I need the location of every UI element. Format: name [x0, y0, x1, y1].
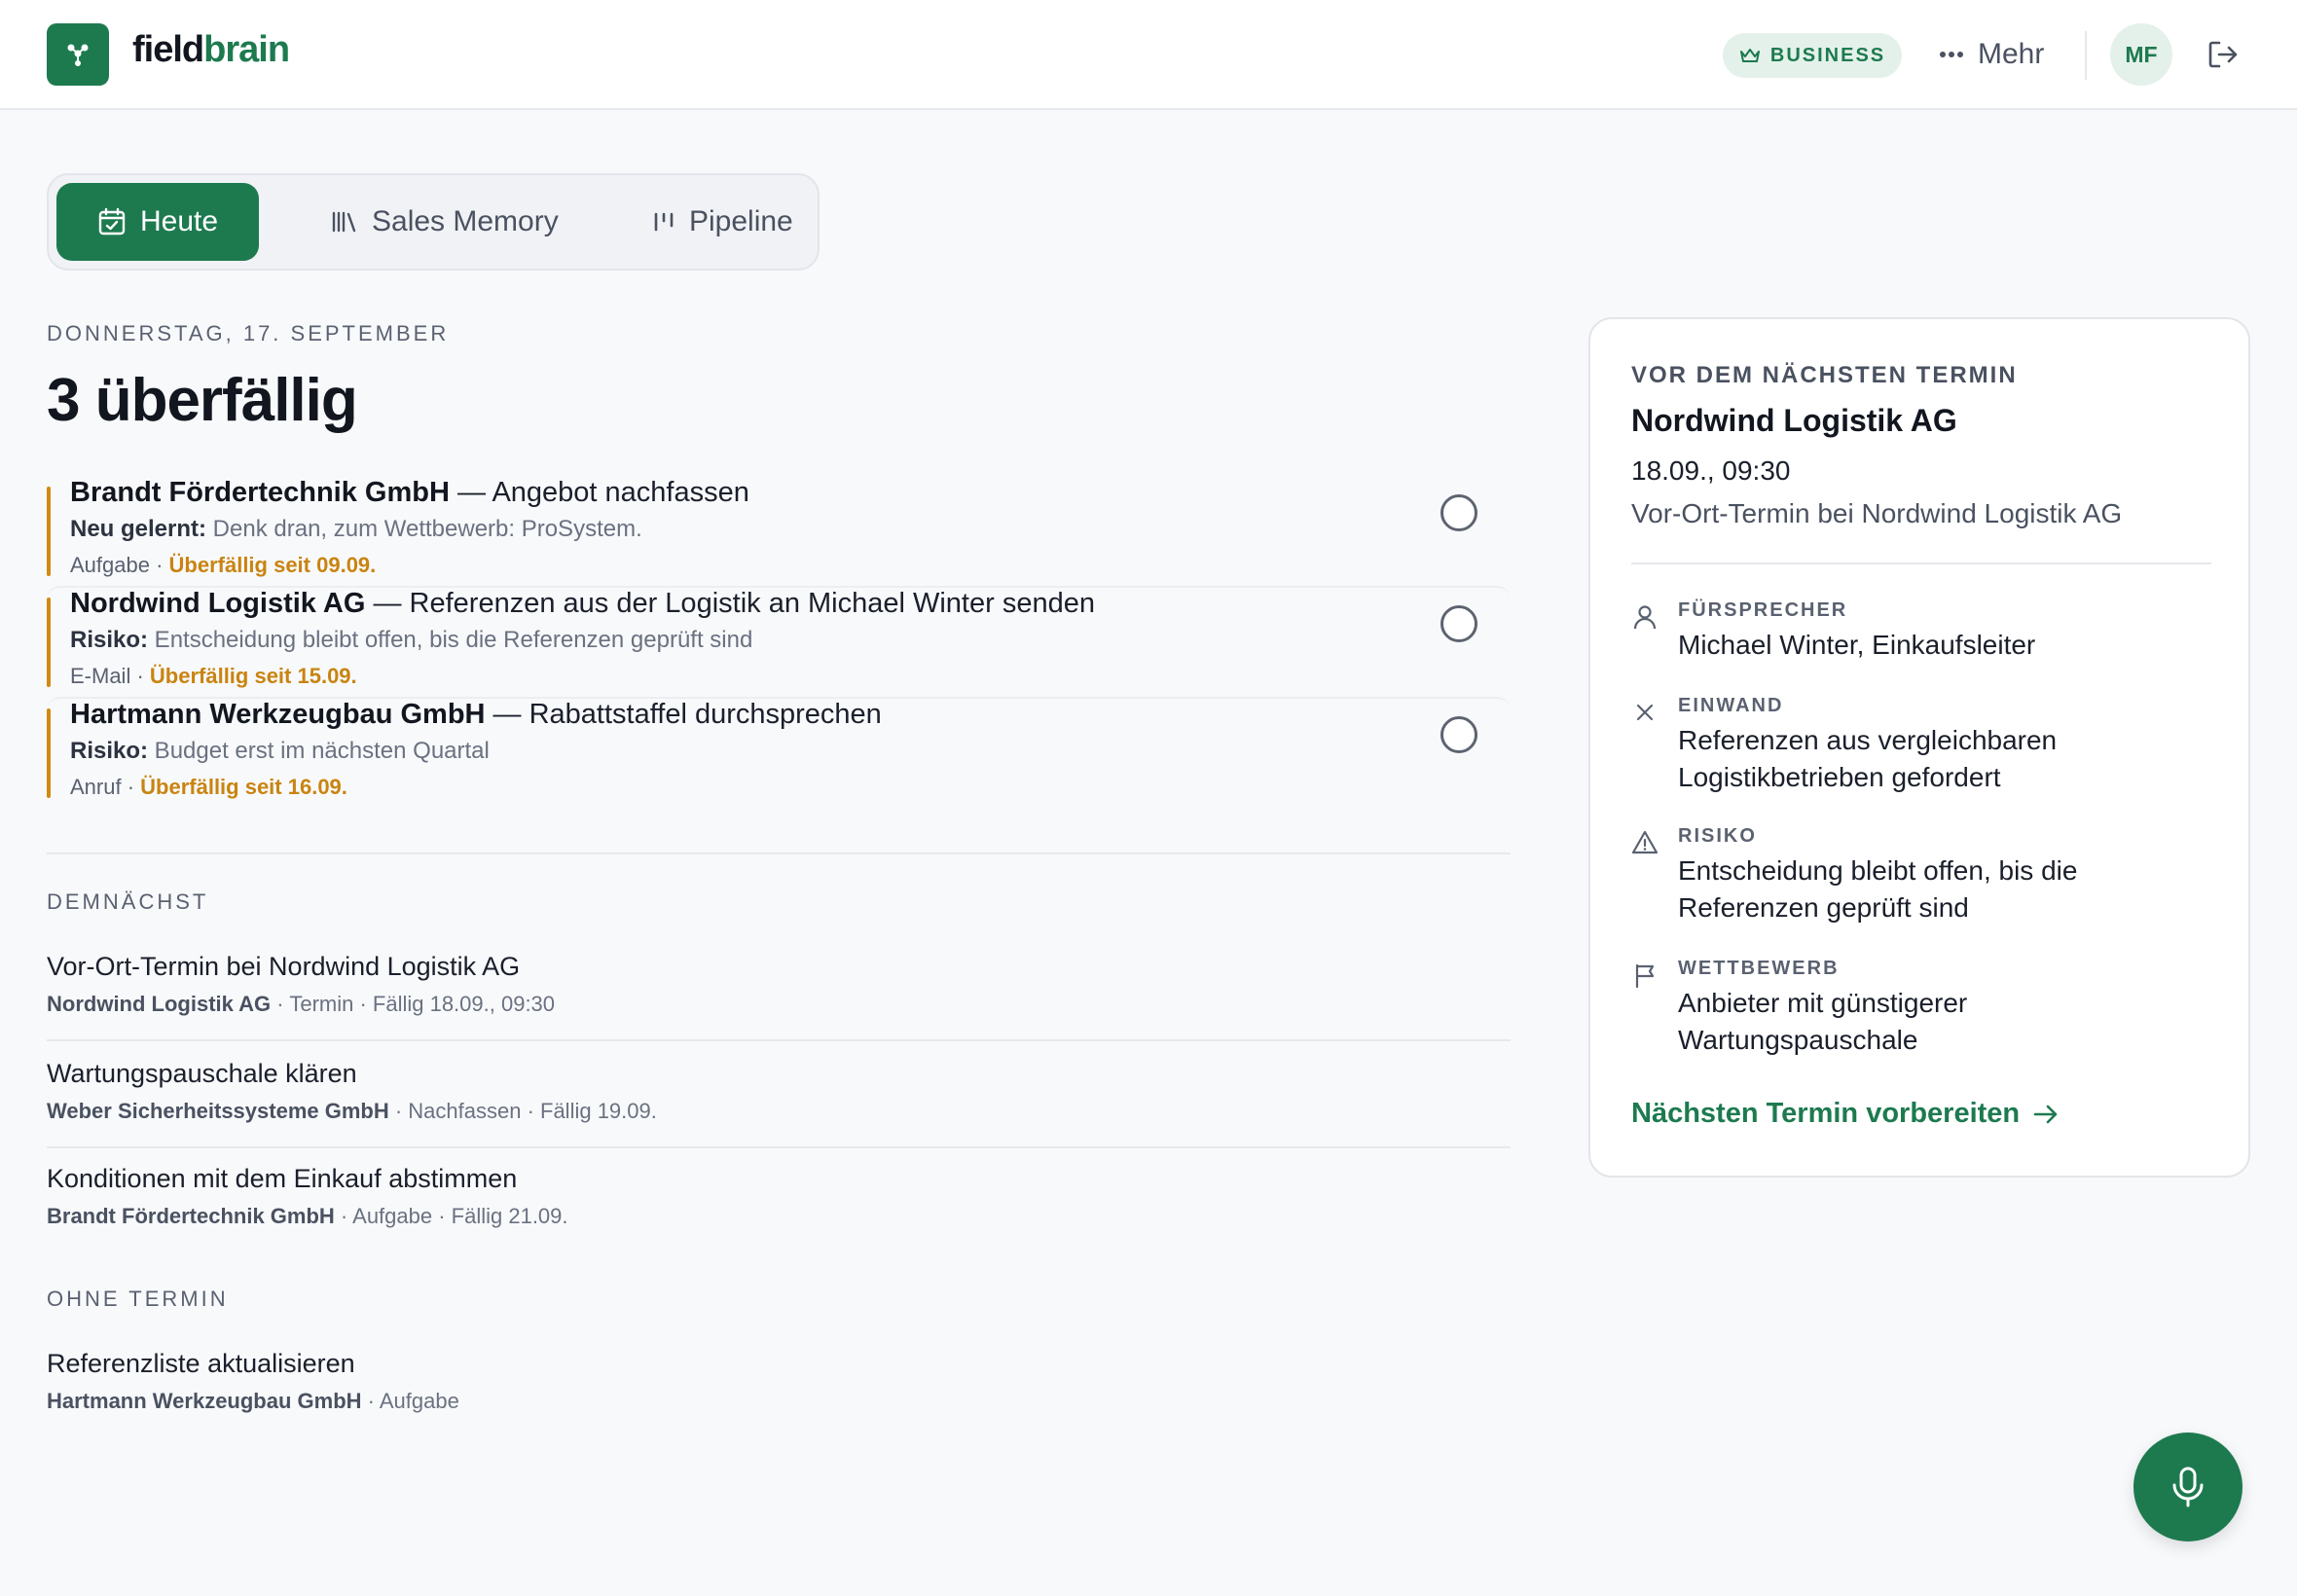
flag-icon: [1635, 963, 1655, 989]
no-date-item-meta: Hartmann Werkzeugbau GmbH · Aufgabe: [47, 1389, 459, 1413]
no-date-section-label: OHNE TERMIN: [47, 1287, 229, 1311]
warning-icon: [1631, 830, 1659, 854]
complete-checkbox[interactable]: [1440, 605, 1477, 642]
upcoming-item-meta: Nordwind Logistik AG · Termin · Fällig 1…: [47, 992, 556, 1016]
next-meeting-card: VOR DEM NÄCHSTEN TERMIN Nordwind Logisti…: [1588, 317, 2250, 1178]
insight-label: FÜRSPRECHER: [1678, 599, 1848, 621]
upcoming-item-title: Vor-Ort-Termin bei Nordwind Logistik AG: [47, 952, 521, 981]
date-label: DONNERSTAG, 17. SEPTEMBER: [47, 321, 450, 345]
list-divider: [47, 1039, 1511, 1041]
insight-label: RISIKO: [1678, 825, 1757, 847]
task-title: Brandt Fördertechnik GmbH — Angebot nach…: [70, 477, 749, 508]
overdue-marker: [47, 598, 51, 687]
upcoming-item[interactable]: Vor-Ort-Termin bei Nordwind Logistik AG …: [47, 952, 1511, 1017]
section-divider: [47, 852, 1511, 854]
complete-checkbox[interactable]: [1440, 494, 1477, 531]
view-tabs: Heute Sales Memory Pipeline: [47, 173, 820, 271]
tab-heute-label: Heute: [139, 205, 219, 237]
task-title: Nordwind Logistik AG — Referenzen aus de…: [70, 588, 1095, 619]
upcoming-item-title: Wartungspauschale klären: [47, 1059, 357, 1088]
brain-network-icon: [67, 44, 89, 66]
task-meta: Aufgabe · Überfällig seit 09.09.: [70, 553, 377, 577]
more-dots-icon: [1940, 52, 1963, 57]
insight-value: Entscheidung bleibt offen, bis die Refer…: [1678, 855, 2078, 923]
insight-value: Referenzen aus vergleichbaren Logistikbe…: [1678, 725, 2058, 792]
more-label: Mehr: [1978, 38, 2045, 70]
avatar[interactable]: MF: [2110, 23, 2172, 86]
prepare-meeting-label: Nächsten Termin vorbereiten: [1631, 1098, 2021, 1129]
upcoming-section-label: DEMNÄCHST: [47, 889, 209, 914]
no-date-item[interactable]: Referenzliste aktualisieren Hartmann Wer…: [47, 1349, 1511, 1414]
page-title: 3 überfällig: [47, 367, 358, 434]
task-note: Neu gelernt: Denk dran, zum Wettbewerb: …: [70, 516, 642, 542]
more-menu-button[interactable]: Mehr: [1939, 35, 2044, 74]
tab-pipeline-label: Pipeline: [689, 205, 793, 237]
card-description: Vor-Ort-Termin bei Nordwind Logistik AG: [1631, 498, 2123, 528]
insight-value: Anbieter mit günstigerer Wartungspauscha…: [1678, 988, 1968, 1055]
divider: [2085, 31, 2087, 80]
card-divider: [1631, 562, 2211, 564]
overdue-task[interactable]: Hartmann Werkzeugbau GmbH — Rabattstaffe…: [47, 697, 1511, 806]
microphone-icon: [2172, 1467, 2204, 1507]
plan-badge: BUSINESS: [1723, 33, 1902, 78]
upcoming-item[interactable]: Wartungspauschale klären Weber Sicherhei…: [47, 1059, 1511, 1124]
calendar-check-icon: [98, 207, 126, 236]
overdue-marker: [47, 708, 51, 798]
insight-value: Michael Winter, Einkaufsleiter: [1678, 630, 2036, 660]
card-company: Nordwind Logistik AG: [1631, 403, 1957, 438]
task-meta: Anruf · Überfällig seit 16.09.: [70, 775, 347, 799]
card-kicker: VOR DEM NÄCHSTEN TERMIN: [1631, 362, 2018, 388]
person-icon: [1633, 605, 1657, 630]
task-title: Hartmann Werkzeugbau GmbH — Rabattstaffe…: [70, 699, 882, 730]
x-icon: [1636, 704, 1654, 721]
arrow-right-icon: [2033, 1105, 2058, 1123]
prepare-meeting-link[interactable]: Nächsten Termin vorbereiten: [1631, 1098, 2059, 1130]
insight-label: EINWAND: [1678, 695, 1784, 716]
overdue-task[interactable]: Nordwind Logistik AG — Referenzen aus de…: [47, 586, 1511, 695]
complete-checkbox[interactable]: [1440, 716, 1477, 753]
upcoming-item[interactable]: Konditionen mit dem Einkauf abstimmen Br…: [47, 1164, 1511, 1229]
pipeline-icon: [654, 212, 674, 232]
overdue-marker: [47, 487, 51, 576]
brand-name: fieldbrain: [132, 29, 290, 70]
tab-heute[interactable]: Heute: [56, 183, 259, 261]
top-bar: fieldbrain BUSINESS Mehr MF: [0, 0, 2297, 110]
library-icon: [332, 211, 356, 233]
task-meta: E-Mail · Überfällig seit 15.09.: [70, 664, 357, 688]
tab-pipeline[interactable]: Pipeline: [613, 183, 832, 261]
task-note: Risiko: Entscheidung bleibt offen, bis d…: [70, 627, 753, 653]
upcoming-item-meta: Weber Sicherheitssysteme GmbH · Nachfass…: [47, 1099, 657, 1123]
card-datetime: 18.09., 09:30: [1631, 455, 1791, 486]
crown-icon: [1739, 49, 1760, 62]
logout-icon[interactable]: [2206, 37, 2241, 72]
task-note: Risiko: Budget erst im nächsten Quartal: [70, 738, 490, 764]
tab-sales-memory[interactable]: Sales Memory: [292, 183, 598, 261]
plan-badge-label: BUSINESS: [1769, 44, 1886, 66]
logo[interactable]: [47, 23, 109, 86]
tab-sales-memory-label: Sales Memory: [372, 205, 559, 237]
voice-input-button[interactable]: [2133, 1433, 2242, 1542]
no-date-item-title: Referenzliste aktualisieren: [47, 1349, 355, 1378]
overdue-task[interactable]: Brandt Fördertechnik GmbH — Angebot nach…: [47, 477, 1511, 586]
insight-label: WETTBEWERB: [1678, 958, 1840, 979]
list-divider: [47, 1146, 1511, 1148]
upcoming-item-meta: Brandt Fördertechnik GmbH · Aufgabe · Fä…: [47, 1204, 568, 1228]
upcoming-item-title: Konditionen mit dem Einkauf abstimmen: [47, 1164, 518, 1193]
